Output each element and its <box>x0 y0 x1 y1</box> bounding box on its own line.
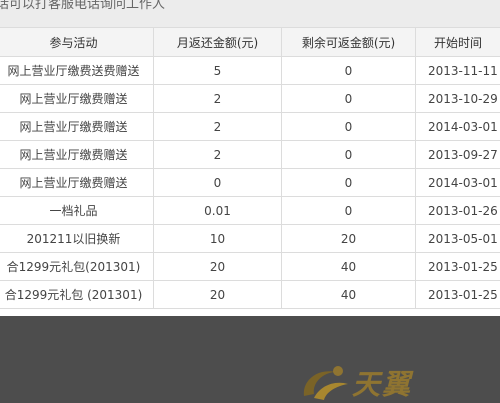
cell-remaining-return: 0 <box>282 113 416 141</box>
cell-monthly-return: 20 <box>154 281 282 309</box>
cell-remaining-return: 20 <box>282 225 416 253</box>
table-row: 网上营业厅缴费赠送 2 0 2013-09-27 <box>0 141 500 169</box>
cell-activity: 201211以旧换新 <box>0 225 154 253</box>
cell-monthly-return: 5 <box>154 57 282 85</box>
cell-remaining-return: 0 <box>282 85 416 113</box>
cell-monthly-return: 0.01 <box>154 197 282 225</box>
cell-activity: 合1299元礼包(201301) <box>0 253 154 281</box>
table-row: 网上营业厅缴费送费赠送 5 0 2013-11-11 <box>0 57 500 85</box>
cell-activity: 网上营业厅缴费赠送 <box>0 85 154 113</box>
cell-activity: 合1299元礼包 (201301) <box>0 281 154 309</box>
table-row: 网上营业厅缴费赠送 2 0 2014-03-01 <box>0 113 500 141</box>
cell-monthly-return: 20 <box>154 253 282 281</box>
cell-activity: 网上营业厅缴费赠送 <box>0 141 154 169</box>
background-page-strip: 话可以打客服电话询问工作人 <box>0 0 500 27</box>
cell-start-date: 2013-10-29 <box>416 85 500 113</box>
logo-text: 天翼 <box>352 363 412 403</box>
cell-monthly-return: 10 <box>154 225 282 253</box>
cell-remaining-return: 0 <box>282 169 416 197</box>
swirl-logo-icon <box>300 362 352 400</box>
table-row: 201211以旧换新 10 20 2013-05-01 <box>0 225 500 253</box>
cell-start-date: 2013-11-11 <box>416 57 500 85</box>
cell-start-date: 2013-01-25 <box>416 281 500 309</box>
tianyi-logo: 天翼 <box>300 362 440 400</box>
cell-activity: 网上营业厅缴费送费赠送 <box>0 57 154 85</box>
cell-start-date: 2014-03-01 <box>416 169 500 197</box>
rebate-details-dialog: 参与活动 月返还金额(元) 剩余可返金额(元) 开始时间 网上营业厅缴费送费赠送… <box>0 27 500 316</box>
cell-start-date: 2013-05-01 <box>416 225 500 253</box>
cell-start-date: 2013-09-27 <box>416 141 500 169</box>
table-row: 网上营业厅缴费赠送 0 0 2014-03-01 <box>0 169 500 197</box>
table-row: 网上营业厅缴费赠送 2 0 2013-10-29 <box>0 85 500 113</box>
cell-start-date: 2014-03-01 <box>416 113 500 141</box>
table-row: 一档礼品 0.01 0 2013-01-26 <box>0 197 500 225</box>
cell-remaining-return: 0 <box>282 57 416 85</box>
cell-start-date: 2013-01-26 <box>416 197 500 225</box>
cell-start-date: 2013-01-25 <box>416 253 500 281</box>
cell-monthly-return: 2 <box>154 141 282 169</box>
table-row: 合1299元礼包(201301) 20 40 2013-01-25 <box>0 253 500 281</box>
background-hint-text: 话可以打客服电话询问工作人 <box>0 0 165 12</box>
cell-remaining-return: 40 <box>282 281 416 309</box>
header-activity: 参与活动 <box>0 28 154 57</box>
table-row: 合1299元礼包 (201301) 20 40 2013-01-25 <box>0 281 500 309</box>
header-start-date: 开始时间 <box>416 28 500 57</box>
header-monthly-return: 月返还金额(元) <box>154 28 282 57</box>
rebate-table: 参与活动 月返还金额(元) 剩余可返金额(元) 开始时间 网上营业厅缴费送费赠送… <box>0 27 500 309</box>
cell-remaining-return: 0 <box>282 141 416 169</box>
table-header-row: 参与活动 月返还金额(元) 剩余可返金额(元) 开始时间 <box>0 28 500 57</box>
cell-monthly-return: 2 <box>154 85 282 113</box>
header-remaining-return: 剩余可返金额(元) <box>282 28 416 57</box>
cell-remaining-return: 40 <box>282 253 416 281</box>
cell-monthly-return: 2 <box>154 113 282 141</box>
cell-monthly-return: 0 <box>154 169 282 197</box>
cell-activity: 网上营业厅缴费赠送 <box>0 113 154 141</box>
cell-activity: 网上营业厅缴费赠送 <box>0 169 154 197</box>
cell-activity: 一档礼品 <box>0 197 154 225</box>
cell-remaining-return: 0 <box>282 197 416 225</box>
